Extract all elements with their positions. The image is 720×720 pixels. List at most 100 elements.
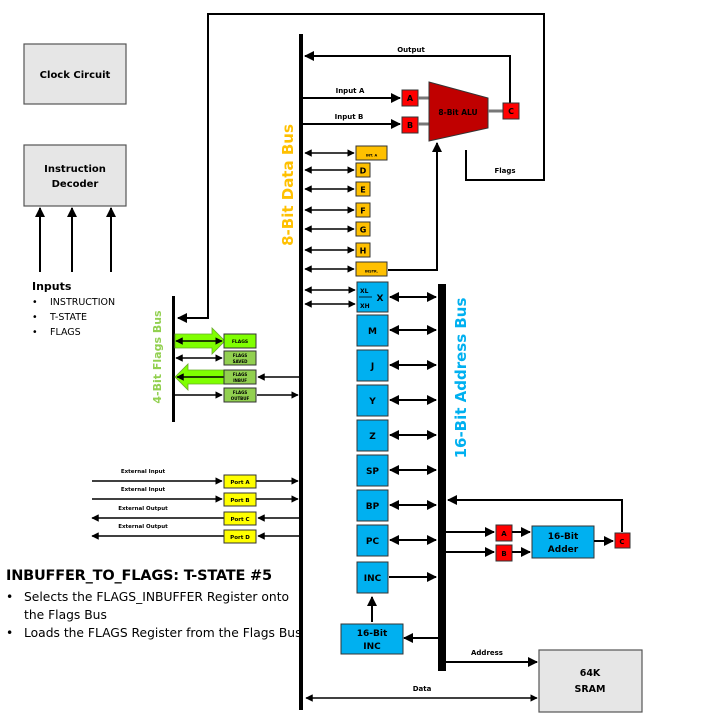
tstate-description: INBUFFER_TO_FLAGS: T-STATE #5 Selects th…: [6, 568, 306, 642]
port-external-label: External Output: [118, 506, 168, 512]
register-label: D: [360, 167, 367, 176]
flags-register-label-line1: FLAGS: [233, 372, 248, 377]
clock-circuit: Clock Circuit: [23, 43, 127, 105]
port-name: Port A: [230, 480, 250, 486]
adder-reg-b-label: B: [501, 550, 506, 558]
alu-reg-c: C: [502, 102, 520, 120]
register-xh-label: XH: [360, 303, 370, 310]
register-16bit: J: [356, 349, 437, 382]
input-item: T-STATE: [32, 310, 115, 325]
register-16bit: Z: [356, 419, 437, 452]
flags-register-label-line1: FLAGS: [233, 353, 248, 358]
port-external-label: External Input: [121, 487, 166, 493]
input-b-label: Input B: [335, 113, 364, 121]
adder-reg-b: B: [495, 544, 513, 562]
description-list: Selects the FLAGS_INBUFFER Register onto…: [6, 588, 306, 642]
adder-reg-c: C: [614, 532, 631, 549]
register-8bit: D: [304, 162, 371, 178]
register-label: F: [360, 207, 365, 216]
flags-bus-line: [172, 296, 175, 422]
port-name: Port C: [230, 517, 249, 523]
register-label: INC: [364, 574, 382, 584]
register-8bit: E: [304, 181, 371, 197]
alu-flags-label: Flags: [494, 167, 515, 175]
register-16bit: BP: [356, 489, 437, 522]
register-8bit: G: [304, 221, 371, 237]
register-8bit: H: [304, 242, 371, 258]
register-8bit: INT. A: [304, 145, 388, 161]
inputs-title: Inputs: [32, 280, 72, 293]
adder-reg-a: A: [495, 524, 513, 542]
alu-reg-c-label: C: [508, 107, 514, 116]
register-16bit: Y: [356, 384, 437, 417]
flags-register: FLAGSOUTBUF: [223, 387, 257, 403]
registers-8bit: INT. A D E F G H INSTR.: [304, 145, 388, 277]
flags-register-label-line2: OUTBUF: [231, 396, 250, 401]
register-label: E: [360, 186, 365, 195]
decoder-inputs: Inputs INSTRUCTION T-STATE FLAGS: [32, 280, 115, 340]
data-label: Data: [413, 685, 432, 693]
input-item: INSTRUCTION: [32, 295, 115, 310]
sram: 64K SRAM: [538, 649, 643, 713]
decoder-label-line2: Decoder: [52, 179, 99, 190]
io-port: External Output Port D: [91, 524, 299, 544]
adder-label-line1: 16-Bit: [548, 532, 579, 542]
flags-register-label-line1: FLAGS: [233, 390, 248, 395]
alu-reg-a: A: [401, 89, 419, 107]
sram-label-line1: 64K: [580, 668, 601, 679]
decoder-input-arrows: [35, 207, 116, 272]
adder-reg-c-label: C: [619, 538, 624, 546]
input-item: FLAGS: [32, 325, 115, 340]
alu-reg-b-label: B: [407, 121, 413, 130]
register-label: PC: [366, 537, 380, 547]
flags-register-label-line2: INBUF: [233, 378, 247, 383]
address-bus-line: [438, 284, 446, 671]
flags-registers: FLAGSFLAGSSAVEDFLAGSINBUFFLAGSOUTBUF: [223, 333, 257, 403]
alu-reg-a-label: A: [407, 94, 414, 103]
register-label: Y: [368, 397, 376, 407]
address-bus-label: 16-Bit Address Bus: [452, 298, 470, 459]
io-port: External Output Port C: [91, 506, 299, 526]
alu: 8-Bit ALU: [428, 81, 489, 142]
flags-register-label-line2: SAVED: [233, 359, 249, 364]
register-x-label: X: [377, 294, 384, 304]
adder: 16-Bit Adder: [531, 525, 595, 559]
decoder-label-line1: Instruction: [44, 164, 106, 175]
flags-register: FLAGSINBUF: [223, 369, 257, 385]
flags-register: FLAGSSAVED: [223, 350, 257, 366]
register-16bit: M: [356, 314, 437, 347]
description-bullet: Loads the FLAGS Register from the Flags …: [6, 624, 306, 642]
register-x: XL XH X: [356, 281, 389, 313]
adder-label-line2: Adder: [548, 545, 579, 555]
port-name: Port B: [230, 498, 249, 504]
inc16-label-line2: INC: [363, 642, 381, 652]
inputs-list: INSTRUCTION T-STATE FLAGS: [32, 295, 115, 340]
port-name: Port D: [230, 535, 250, 541]
description-title: INBUFFER_TO_FLAGS: T-STATE #5: [6, 568, 272, 584]
register-label: M: [368, 327, 377, 337]
register-8bit: INSTR.: [304, 261, 388, 277]
register-label: H: [360, 247, 367, 256]
register-label: INSTR.: [365, 270, 378, 274]
register-label: G: [360, 226, 367, 235]
io-port: External Input Port B: [92, 487, 299, 507]
port-external-label: External Output: [118, 524, 168, 530]
register-label: BP: [366, 502, 380, 512]
instr-to-alu-wire: [388, 142, 442, 271]
flags-register-label: FLAGS: [232, 339, 248, 345]
alu-output-label: Output: [397, 46, 425, 54]
incrementer-16bit: 16-Bit INC: [340, 623, 404, 655]
registers-16bit: M J Y Z SP BP PC INC: [356, 314, 437, 594]
register-label: J: [370, 362, 374, 372]
adder-reg-a-label: A: [501, 530, 507, 538]
register-label: Z: [369, 432, 376, 442]
address-label: Address: [471, 649, 503, 657]
data-bus-label: 8-Bit Data Bus: [279, 124, 297, 246]
register-label: SP: [366, 467, 379, 477]
register-label: INT. A: [366, 154, 378, 158]
description-bullet: Selects the FLAGS_INBUFFER Register onto…: [6, 588, 306, 624]
instruction-decoder: Instruction Decoder: [23, 144, 127, 207]
register-xl-label: XL: [360, 288, 369, 295]
clock-circuit-label: Clock Circuit: [40, 70, 111, 81]
alu-label: 8-Bit ALU: [438, 108, 477, 117]
